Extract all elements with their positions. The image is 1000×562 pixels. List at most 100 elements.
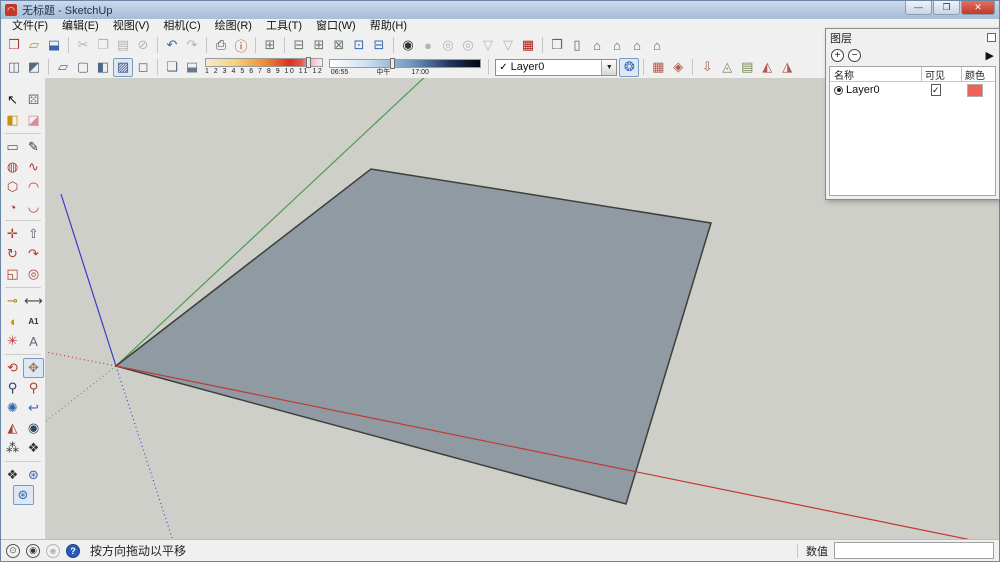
undo-icon[interactable]: ↶ — [162, 36, 182, 55]
solids-pair-1-icon[interactable]: ◎ — [438, 36, 458, 55]
polygon-tool-icon[interactable]: ⬡ — [2, 177, 23, 197]
solids-pair-2-icon[interactable]: ◎ — [458, 36, 478, 55]
right-view-icon[interactable]: ⌂ — [607, 36, 627, 55]
paint-bucket-icon[interactable]: ◧ — [2, 110, 23, 130]
sign-in-icon[interactable]: ☻ — [46, 544, 60, 558]
shadow-settings-icon[interactable]: ❏ — [162, 58, 182, 77]
rectangle-tool-icon[interactable]: ▭ — [2, 137, 23, 157]
3d-text-tool-icon[interactable]: A — [23, 331, 44, 351]
geolocation-icon[interactable]: ⊙ — [6, 544, 20, 558]
sandbox-from-contours-icon[interactable]: ▦ — [648, 58, 668, 77]
tape-measure-tool-icon[interactable]: ⊸ — [2, 291, 23, 311]
stamp-icon[interactable]: ◬ — [717, 58, 737, 77]
back-view-icon[interactable]: ⌂ — [627, 36, 647, 55]
eraser-icon[interactable]: ◪ — [23, 110, 44, 130]
front-view-icon[interactable]: ⌂ — [587, 36, 607, 55]
cut-icon[interactable]: ✂ — [73, 36, 93, 55]
paste-icon[interactable]: ▤ — [113, 36, 133, 55]
top-view-icon[interactable]: ▯ — [567, 36, 587, 55]
make-component-icon[interactable]: ⚄ — [23, 90, 44, 110]
walk-tool-icon[interactable]: ⁂ — [2, 438, 23, 458]
position-camera-tool-icon[interactable]: ◭ — [2, 418, 23, 438]
push-pull-tool-icon[interactable]: ⇧ — [23, 224, 44, 244]
section-tool-icon[interactable]: ❖ — [23, 438, 44, 458]
column-header-visible[interactable]: 可见 — [921, 67, 961, 82]
solid-intersect-icon[interactable]: ⊟ — [289, 36, 309, 55]
drape-icon[interactable]: ▤ — [737, 58, 757, 77]
shadow-toggle-icon[interactable]: ⬓ — [182, 58, 202, 77]
protractor-tool-icon[interactable]: ◖ — [2, 311, 23, 331]
back-edges-mode-icon[interactable]: ◩ — [24, 58, 44, 77]
next-view-icon[interactable]: ❖ — [2, 465, 23, 485]
credits-icon[interactable]: ◉ — [26, 544, 40, 558]
plane-tool-1-icon[interactable]: ▽ — [478, 36, 498, 55]
remove-layer-button[interactable]: − — [848, 49, 861, 62]
layer-name[interactable]: Layer0 — [846, 84, 921, 96]
menu-item-6[interactable]: 窗口(W) — [309, 19, 363, 34]
look-around-tool-icon[interactable]: ◉ — [23, 418, 44, 438]
get-current-view-icon[interactable]: ⊛ — [23, 465, 44, 485]
shadow-time-slider[interactable]: 06:55 中午 17:00 — [329, 59, 481, 76]
date-slider-handle[interactable] — [306, 57, 311, 68]
arc-tool-icon[interactable]: ◠ — [23, 177, 44, 197]
pie-tool-icon[interactable]: ◔ — [2, 197, 23, 217]
xray-mode-icon[interactable]: ◫ — [4, 58, 24, 77]
layer-details-arrow-icon[interactable]: ▶ — [986, 49, 994, 62]
arc2-tool-icon[interactable]: ◡ — [23, 197, 44, 217]
active-layer-radio[interactable] — [834, 86, 843, 95]
print-icon[interactable]: ⎙ — [211, 36, 231, 55]
shaded-mode-icon[interactable]: ◧ — [93, 58, 113, 77]
layer-dropdown-button[interactable]: ▼ — [601, 60, 616, 75]
iso-view-icon[interactable]: ❒ — [547, 36, 567, 55]
zoom-extents-tool-icon[interactable]: ✺ — [2, 398, 23, 418]
pan-tool-icon[interactable]: ✥ — [23, 358, 44, 378]
freehand-tool-icon[interactable]: ∿ — [23, 157, 44, 177]
delete-icon[interactable]: ⊘ — [133, 36, 153, 55]
orbit-tool-icon[interactable]: ⟲ — [2, 358, 23, 378]
plane-tool-2-icon[interactable]: ▽ — [498, 36, 518, 55]
left-view-icon[interactable]: ⌂ — [647, 36, 667, 55]
restore-button[interactable]: ❐ — [933, 1, 960, 15]
select-tool-icon[interactable]: ↖ — [2, 90, 23, 110]
redo-icon[interactable]: ↷ — [182, 36, 202, 55]
dimension-tool-icon[interactable]: ⟷ — [23, 291, 44, 311]
texture-grid-icon[interactable]: ▦ — [518, 36, 538, 55]
solids-intersect-dark-icon[interactable]: ◉ — [398, 36, 418, 55]
close-button[interactable]: ✕ — [961, 1, 995, 15]
flip-edge-icon[interactable]: ◮ — [777, 58, 797, 77]
solid-subtract-icon[interactable]: ⊠ — [329, 36, 349, 55]
solids-sphere-icon[interactable]: ● — [418, 36, 438, 55]
shaded-textures-mode-icon[interactable]: ▨ — [113, 58, 133, 77]
offset-tool-icon[interactable]: ◎ — [23, 264, 44, 284]
monochrome-mode-icon[interactable]: ◻ — [133, 58, 153, 77]
menu-item-0[interactable]: 文件(F) — [5, 19, 55, 34]
minimize-button[interactable]: — — [905, 1, 932, 15]
zoom-tool-icon[interactable]: ⚲ — [2, 378, 23, 398]
column-header-name[interactable]: 名称 — [830, 67, 921, 82]
help-icon[interactable]: ? — [66, 544, 80, 558]
layer-manager-icon[interactable]: ❂ — [619, 58, 639, 77]
smoove-icon[interactable]: ⇩ — [697, 58, 717, 77]
menu-item-2[interactable]: 视图(V) — [106, 19, 157, 34]
new-file-icon[interactable]: ❒ — [4, 36, 24, 55]
save-file-icon[interactable]: ⬓ — [44, 36, 64, 55]
line-tool-icon[interactable]: ✎ — [23, 137, 44, 157]
layer-color-swatch[interactable] — [967, 84, 983, 97]
outer-shell-icon[interactable]: ⊞ — [260, 36, 280, 55]
menu-item-1[interactable]: 编辑(E) — [55, 19, 106, 34]
layer-row[interactable]: Layer0✓ — [830, 82, 995, 98]
zoom-window-tool-icon[interactable]: ⚲ — [23, 378, 44, 398]
shadow-date-slider[interactable]: 1 2 3 4 5 6 7 8 9 10 11 12 — [205, 58, 323, 76]
menu-item-5[interactable]: 工具(T) — [259, 19, 309, 34]
solid-union-icon[interactable]: ⊞ — [309, 36, 329, 55]
menu-item-3[interactable]: 相机(C) — [156, 19, 207, 34]
sandbox-from-scratch-icon[interactable]: ◈ — [668, 58, 688, 77]
hidden-line-mode-icon[interactable]: ▢ — [73, 58, 93, 77]
solid-trim-icon[interactable]: ⊡ — [349, 36, 369, 55]
open-file-icon[interactable]: ▱ — [24, 36, 44, 55]
scale-tool-icon[interactable]: ◱ — [2, 264, 23, 284]
model-info-icon[interactable]: ⓘ — [231, 36, 251, 55]
circle-tool-icon[interactable]: ◍ — [2, 157, 23, 177]
solid-split-icon[interactable]: ⊟ — [369, 36, 389, 55]
add-detail-icon[interactable]: ◭ — [757, 58, 777, 77]
